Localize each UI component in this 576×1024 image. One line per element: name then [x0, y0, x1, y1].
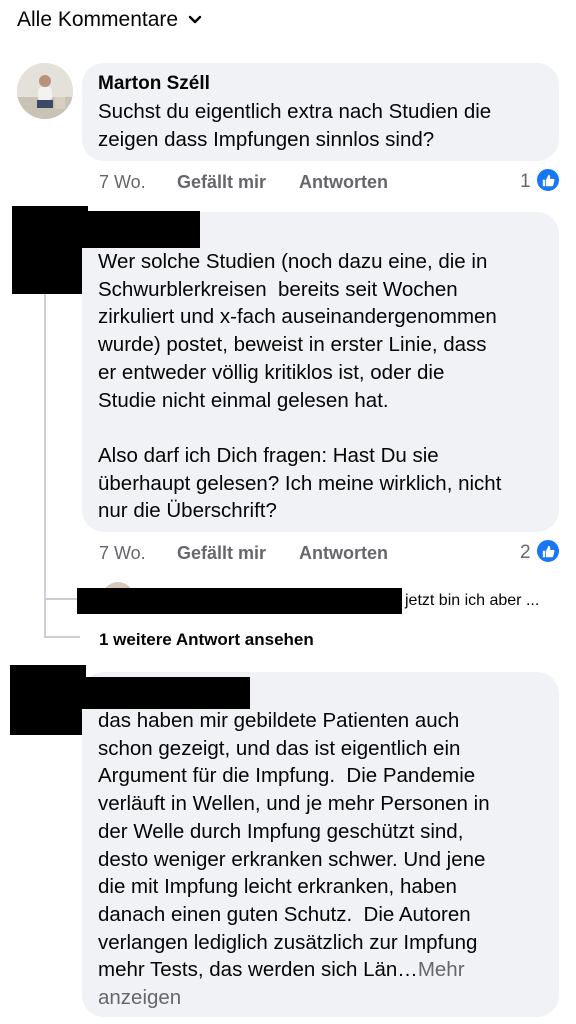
like-icon — [535, 538, 561, 564]
comments-filter[interactable]: Alle Kommentare — [17, 8, 202, 32]
redacted-author — [80, 677, 250, 709]
comment-text: das haben mir gebildete Patienten auch s… — [98, 707, 553, 1012]
comment-text-body: das haben mir gebildete Patienten auch s… — [98, 709, 490, 982]
chevron-down-icon — [188, 15, 202, 24]
reply-button[interactable]: Antworten — [299, 543, 388, 564]
comment-timestamp[interactable]: 7 Wo. — [99, 543, 146, 564]
comment-bubble: das haben mir gebildete Patienten auch s… — [82, 672, 559, 1017]
thread-line — [44, 636, 80, 638]
view-more-replies-link[interactable]: 1 weitere Antwort ansehen — [99, 630, 314, 650]
comments-filter-label: Alle Kommentare — [17, 8, 179, 31]
comment-text: Wer solche Studien (noch dazu eine, die … — [98, 250, 502, 523]
reply-preview-text[interactable]: jetzt bin ich aber ... — [405, 592, 539, 610]
redacted-avatar — [10, 665, 86, 735]
comment-bubble: Marton Széll Suchst du eigentlich extra … — [82, 63, 559, 161]
thread-line — [44, 294, 46, 637]
redacted-avatar — [12, 206, 88, 294]
like-icon — [535, 167, 561, 193]
comment-bubble: Wer solche Studien (noch dazu eine, die … — [82, 212, 559, 532]
comment-timestamp[interactable]: 7 Wo. — [99, 172, 146, 193]
like-button[interactable]: Gefällt mir — [177, 543, 266, 564]
redacted-reply-author — [77, 588, 402, 614]
avatar[interactable] — [17, 63, 73, 119]
comment-author[interactable]: Marton Széll — [98, 73, 210, 95]
reply-button[interactable]: Antworten — [299, 172, 388, 193]
redacted-author — [80, 211, 200, 248]
reaction-count[interactable]: 1 — [520, 171, 531, 193]
reaction-count[interactable]: 2 — [520, 542, 531, 564]
like-button[interactable]: Gefällt mir — [177, 172, 266, 193]
avatar-photo — [17, 63, 73, 119]
comment-text: Suchst du eigentlich extra nach Studien … — [98, 100, 497, 151]
